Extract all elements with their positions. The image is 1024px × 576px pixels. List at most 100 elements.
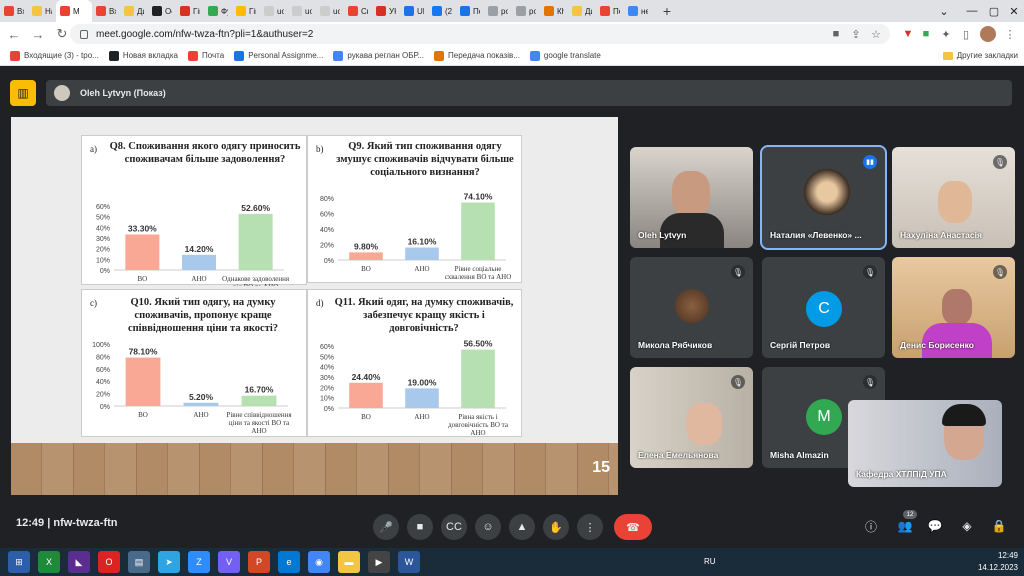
browser-tab[interactable]: Ди (120, 0, 148, 22)
chart-panel-a: a) Q8. Споживання якого одягу приносить … (81, 135, 307, 286)
chart-panel-d: d) Q11. Який одяг, на думку споживачів, … (307, 289, 522, 437)
powerpoint-icon[interactable]: P (248, 551, 270, 573)
browser-tab[interactable]: ро (512, 0, 540, 22)
telegram-icon[interactable]: ➤ (158, 551, 180, 573)
host-controls-icon[interactable]: 🔒 (990, 517, 1008, 535)
browser-tab[interactable]: По (596, 0, 624, 22)
camera-button[interactable]: ■ (407, 514, 433, 540)
forward-icon[interactable]: → (28, 24, 48, 44)
browser-tab[interactable]: Ск (344, 0, 372, 22)
clock-date: 14.12.2023 (977, 563, 1018, 572)
bar-value-label: 19.00% (408, 377, 437, 387)
leave-call-button[interactable]: ☎ (614, 514, 652, 540)
browser-tab[interactable]: УК (372, 0, 400, 22)
bookmark-item[interactable]: Входящие (3) - tpo... (10, 50, 99, 61)
microphone-button[interactable]: 🎤 (373, 514, 399, 540)
address-bar[interactable]: meet.google.com/nfw-twza-ftn?pli=1&authu… (70, 24, 890, 44)
browser-tab[interactable]: (2( (428, 0, 456, 22)
tab-search-icon[interactable]: ⌄ (930, 0, 958, 22)
browser-tab[interactable]: Вх (92, 0, 120, 22)
browser-tab[interactable]: Ди (568, 0, 596, 22)
tab-label: На (45, 6, 52, 16)
word-icon[interactable]: W (398, 551, 420, 573)
browser-tab[interactable]: uo (316, 0, 344, 22)
chart-panel-c: c) Q10. Який тип одягу, на думку спожива… (81, 289, 307, 437)
share-icon[interactable]: ⇪ (848, 26, 864, 42)
self-view-tile[interactable]: Кафедра ХТЛПіД УПА (848, 400, 1002, 487)
present-button[interactable]: ▲ (509, 514, 535, 540)
bookmark-star-icon[interactable]: ☆ (868, 26, 884, 42)
browser-tab[interactable]: Гіп (232, 0, 260, 22)
participant-tile[interactable]: 🎙 Денис Борисенко (892, 257, 1015, 358)
edge-icon[interactable]: e (278, 551, 300, 573)
extensions-puzzle-icon[interactable]: ✦ (938, 26, 954, 42)
bookmark-item[interactable]: Передача показів... (434, 50, 520, 61)
chat-icon[interactable]: 💬 (926, 517, 944, 535)
mic-off-icon: 🎙 (993, 265, 1007, 279)
profile-avatar[interactable] (980, 26, 996, 42)
people-icon[interactable]: 👥 (896, 517, 914, 535)
browser-tab[interactable]: Ос (148, 0, 176, 22)
activities-icon[interactable]: ◈ (958, 517, 976, 535)
bar-value-label: 24.40% (352, 372, 381, 382)
browser-tab[interactable]: ро (484, 0, 512, 22)
presentation-icon[interactable]: ▥ (10, 80, 36, 106)
bookmark-item[interactable]: Новая вкладка (108, 50, 178, 61)
excel-icon[interactable]: X (38, 551, 60, 573)
new-tab-button[interactable]: + (658, 2, 676, 20)
browser-tab[interactable]: Кh (540, 0, 568, 22)
bookmark-item[interactable]: рукава реглан ОБР... (333, 50, 424, 61)
extension-icon[interactable]: ▼ (900, 26, 916, 42)
browser-tab[interactable]: UE (400, 0, 428, 22)
viber-icon[interactable]: V (218, 551, 240, 573)
participant-tile[interactable]: C 🎙 Сергій Петров (762, 257, 885, 358)
zoom-icon[interactable]: Z (188, 551, 210, 573)
browser-tab[interactable]: Вх (0, 0, 28, 22)
participant-tile[interactable]: 🎙 Микола Рябчиков (630, 257, 753, 358)
y-tick-label: 80% (320, 196, 334, 203)
y-tick-label: 50% (320, 354, 334, 361)
bar-value-label: 52.60% (241, 203, 270, 213)
participant-tile[interactable]: 🎙 Елена Емельянова (630, 367, 753, 468)
bookmark-item[interactable]: Почта (187, 50, 224, 61)
browser-tab[interactable]: На (28, 0, 56, 22)
menu-kebab-icon[interactable]: ⋮ (1002, 26, 1018, 42)
visual-studio-icon[interactable]: ◣ (68, 551, 90, 573)
opera-icon[interactable]: O (98, 551, 120, 573)
file-icon[interactable]: ▤ (128, 551, 150, 573)
extension-icon[interactable]: ■ (918, 26, 934, 42)
tab-favicon-icon (376, 6, 386, 16)
chrome-icon[interactable]: ◉ (308, 551, 330, 573)
more-options-button[interactable]: ⋮ (577, 514, 603, 540)
other-bookmarks[interactable]: Другие закладки (942, 51, 1018, 60)
browser-tab[interactable]: uo (288, 0, 316, 22)
participant-tile[interactable]: 🎙 Нахуліна Анастасія (892, 147, 1015, 248)
browser-tab[interactable]: По (456, 0, 484, 22)
close-window-button[interactable]: ✕ (1000, 0, 1024, 22)
tab-favicon-icon (404, 6, 414, 16)
clock-time: 12:49 (997, 551, 1018, 560)
browser-tab[interactable]: Фу (204, 0, 232, 22)
keyboard-language[interactable]: RU (704, 557, 716, 566)
reactions-button[interactable]: ☺ (475, 514, 501, 540)
start-icon[interactable]: ⊞ (8, 551, 30, 573)
system-clock[interactable]: 12:49 14.12.2023 (978, 550, 1018, 574)
participant-tile[interactable]: ▮▮ Наталия «Левенко» ... (760, 145, 887, 250)
media-icon[interactable]: ▶ (368, 551, 390, 573)
participant-name: Елена Емельянова (638, 450, 719, 460)
back-icon[interactable]: ← (4, 24, 24, 44)
side-panel-icon[interactable]: ▯ (958, 26, 974, 42)
participant-tile[interactable]: Oleh Lytvyn (630, 147, 753, 248)
browser-tab[interactable]: не (624, 0, 652, 22)
browser-tab[interactable]: uo (260, 0, 288, 22)
camera-icon[interactable]: ■ (828, 26, 844, 42)
captions-button[interactable]: CC (441, 514, 467, 540)
raise-hand-button[interactable]: ✋ (543, 514, 569, 540)
bookmark-item[interactable]: Personal Assignme... (234, 50, 323, 61)
bookmark-item[interactable]: google translate (529, 50, 601, 61)
browser-tab[interactable]: М (56, 0, 92, 22)
explorer-icon[interactable]: ▬ (338, 551, 360, 573)
reload-icon[interactable]: ↻ (52, 24, 72, 44)
info-icon[interactable]: ⓘ (862, 517, 880, 535)
browser-tab[interactable]: Гіп (176, 0, 204, 22)
